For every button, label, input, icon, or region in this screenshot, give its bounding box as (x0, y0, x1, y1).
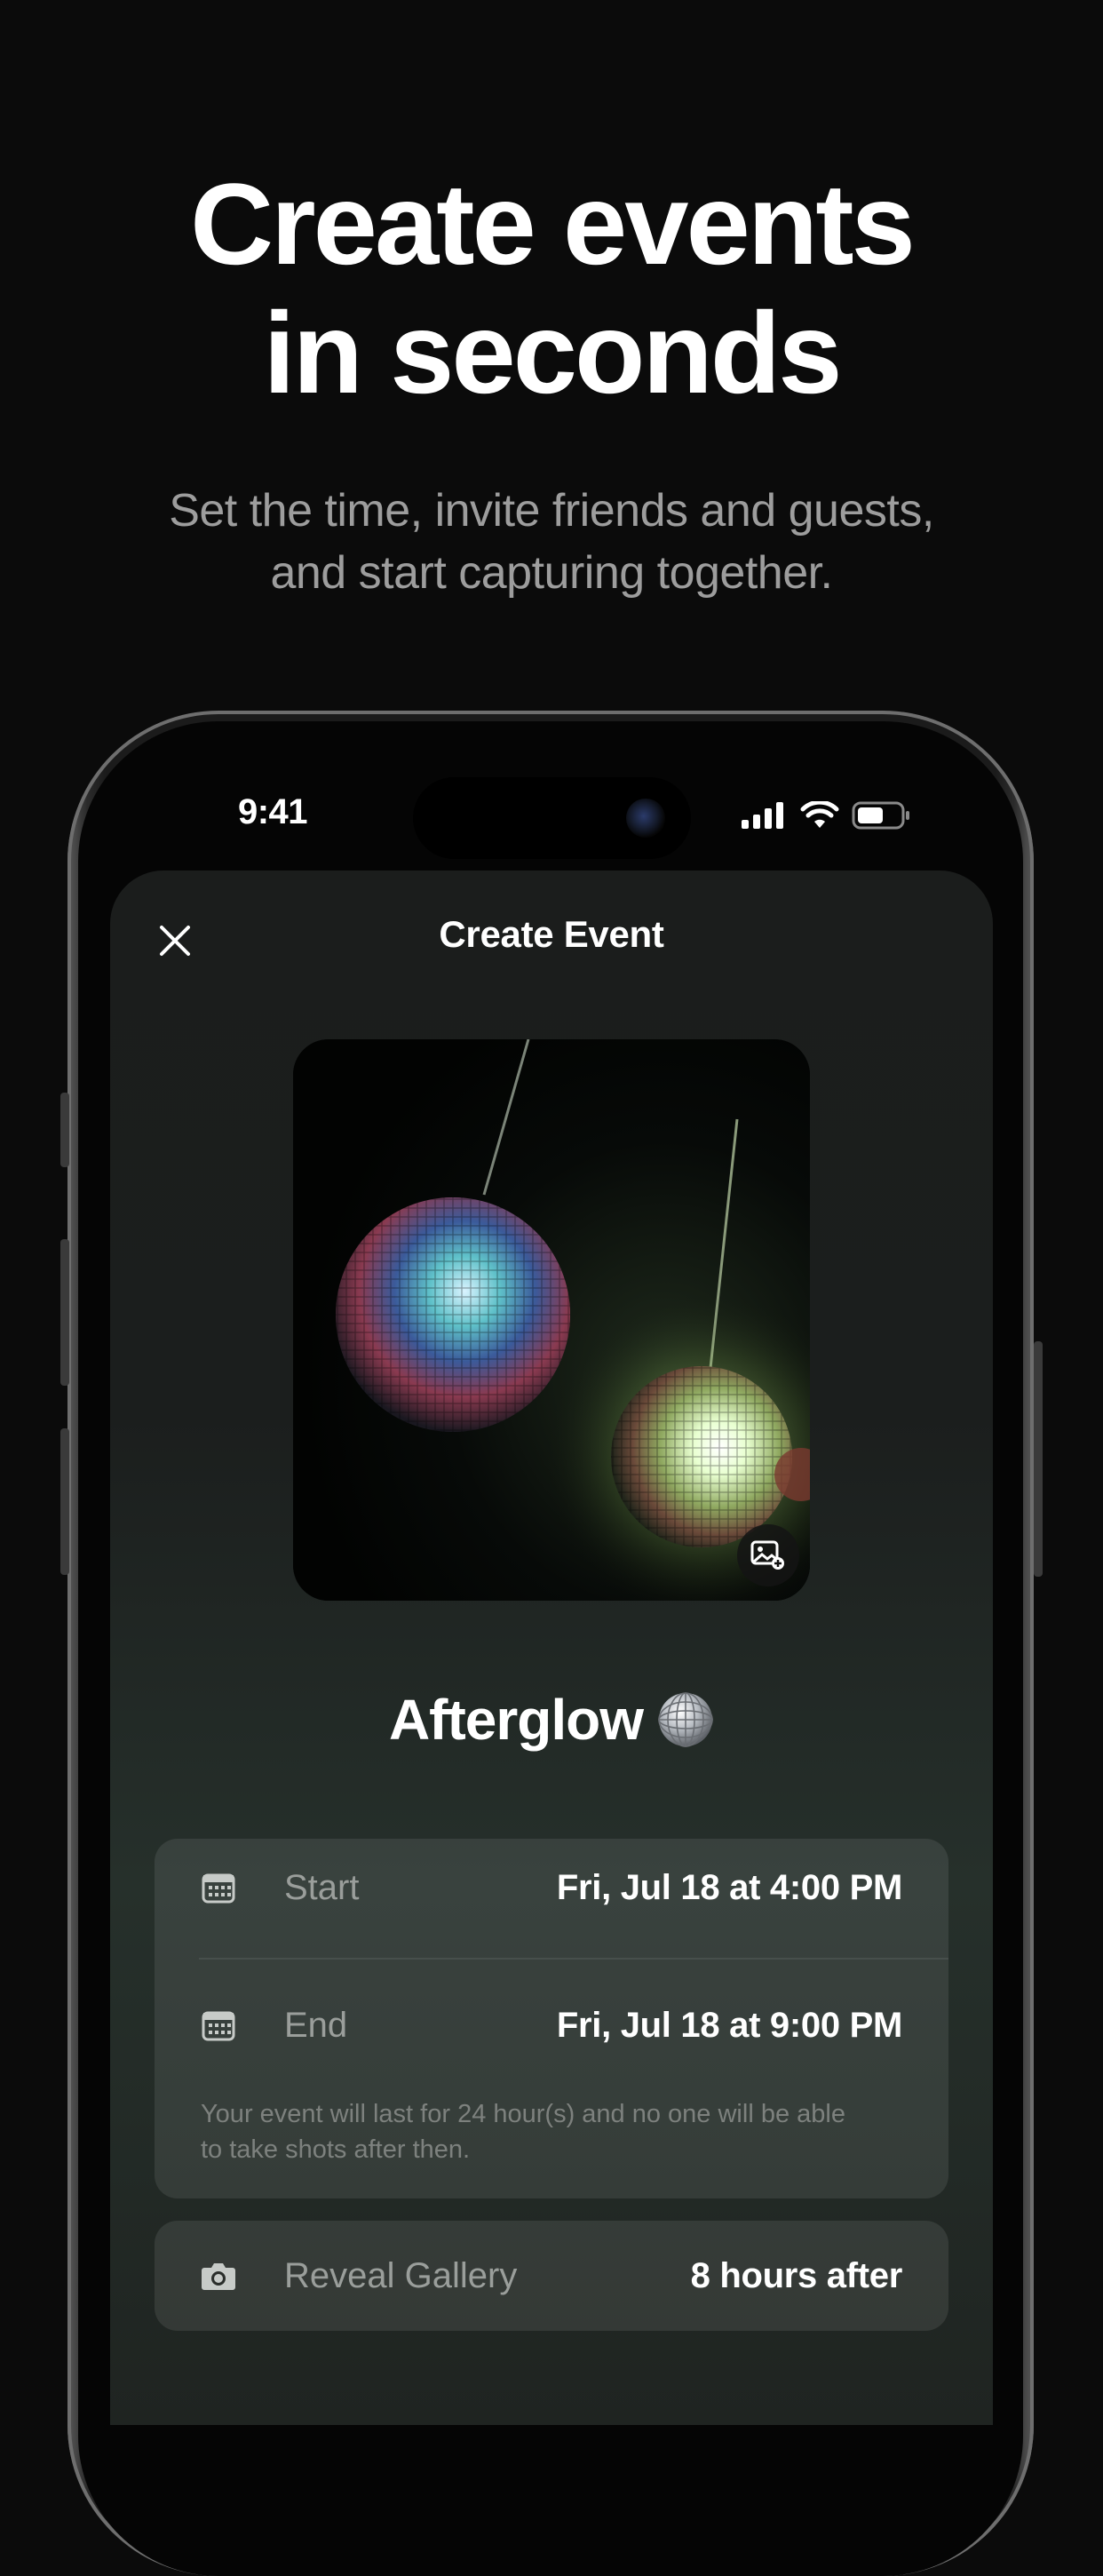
start-value: Fri, Jul 18 at 4:00 PM (556, 1867, 902, 1907)
subhead-line-1: Set the time, invite friends and guests, (169, 485, 934, 537)
row-divider (199, 1958, 948, 1960)
status-icons (742, 798, 910, 833)
event-cover-image[interactable] (293, 1039, 810, 1601)
start-time-row[interactable]: Start Fri, Jul 18 at 4:00 PM (155, 1839, 948, 1936)
reveal-gallery-value: 8 hours after (690, 2255, 903, 2295)
volume-up-button (60, 1239, 69, 1386)
reveal-gallery-card[interactable]: Reveal Gallery 8 hours after (155, 2221, 948, 2331)
event-time-card: Start Fri, Jul 18 at 4:00 PM End Fri, Ju… (155, 1839, 948, 2198)
wifi-icon (800, 801, 839, 828)
duration-note: Your event will last for 24 hour(s) and … (201, 2096, 911, 2167)
calendar-icon (201, 2008, 236, 2043)
volume-down-button (60, 1428, 69, 1575)
reveal-gallery-row[interactable]: Reveal Gallery 8 hours after (155, 2227, 948, 2325)
start-label: Start (284, 1867, 360, 1907)
power-button (1034, 1341, 1043, 1577)
event-name-text: Afterglow (388, 1688, 644, 1752)
reveal-gallery-label: Reveal Gallery (284, 2255, 518, 2295)
headline-line-2: in seconds (263, 288, 842, 417)
promo-headline: Create events in seconds (0, 160, 1103, 417)
front-camera (626, 799, 665, 838)
status-time: 9:41 (237, 792, 308, 831)
disco-ball-icon (658, 1692, 713, 1747)
end-value: Fri, Jul 18 at 9:00 PM (556, 2005, 902, 2045)
calendar-icon (201, 1870, 236, 1905)
end-time-row[interactable]: End Fri, Jul 18 at 9:00 PM (155, 1976, 948, 2074)
sheet-title: Create Event (439, 913, 664, 955)
battery-icon (852, 801, 909, 830)
action-button (60, 1093, 69, 1167)
cellular-signal-icon (742, 802, 783, 829)
duration-note-line-2: to take shots after then. (201, 2135, 471, 2164)
end-label: End (284, 2005, 348, 2045)
camera-icon (201, 2258, 236, 2294)
change-cover-button[interactable] (737, 1524, 799, 1586)
subhead-line-2: and start capturing together. (270, 547, 833, 599)
close-button[interactable] (153, 918, 197, 963)
promo-subheadline: Set the time, invite friends and guests,… (0, 480, 1103, 604)
event-name-field[interactable]: Afterglow (266, 1684, 837, 1755)
headline-line-1: Create events (190, 159, 916, 289)
close-icon (160, 926, 190, 956)
disco-balls-photo (293, 1039, 810, 1601)
add-photo-icon (750, 1540, 784, 1570)
duration-note-line-1: Your event will last for 24 hour(s) and … (201, 2100, 845, 2128)
